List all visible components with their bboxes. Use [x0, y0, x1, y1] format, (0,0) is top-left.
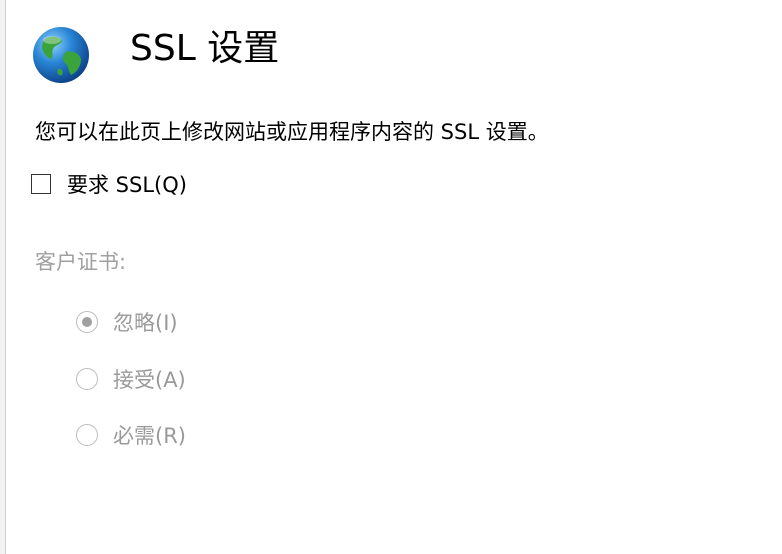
page-description: 您可以在此页上修改网站或应用程序内容的 SSL 设置。	[35, 120, 549, 144]
radio-ignore-label[interactable]: 忽略(I)	[113, 307, 178, 337]
radio-require[interactable]: 必需(R)	[76, 419, 186, 451]
radio-accept-button[interactable]	[76, 368, 98, 390]
radio-require-label[interactable]: 必需(R)	[113, 420, 186, 450]
page-title: SSL 设置	[130, 28, 280, 69]
client-certificates-label: 客户证书:	[35, 250, 127, 274]
radio-accept-label[interactable]: 接受(A)	[113, 364, 186, 394]
globe-icon	[31, 25, 91, 85]
require-ssl-checkbox[interactable]	[31, 174, 51, 194]
radio-ignore-button[interactable]	[76, 311, 98, 333]
radio-accept[interactable]: 接受(A)	[76, 363, 186, 395]
radio-require-button[interactable]	[76, 424, 98, 446]
pane-left-border	[0, 0, 6, 554]
require-ssl-checkbox-row[interactable]: 要求 SSL(Q)	[31, 168, 187, 200]
require-ssl-label[interactable]: 要求 SSL(Q)	[67, 169, 187, 199]
radio-ignore[interactable]: 忽略(I)	[76, 306, 178, 338]
